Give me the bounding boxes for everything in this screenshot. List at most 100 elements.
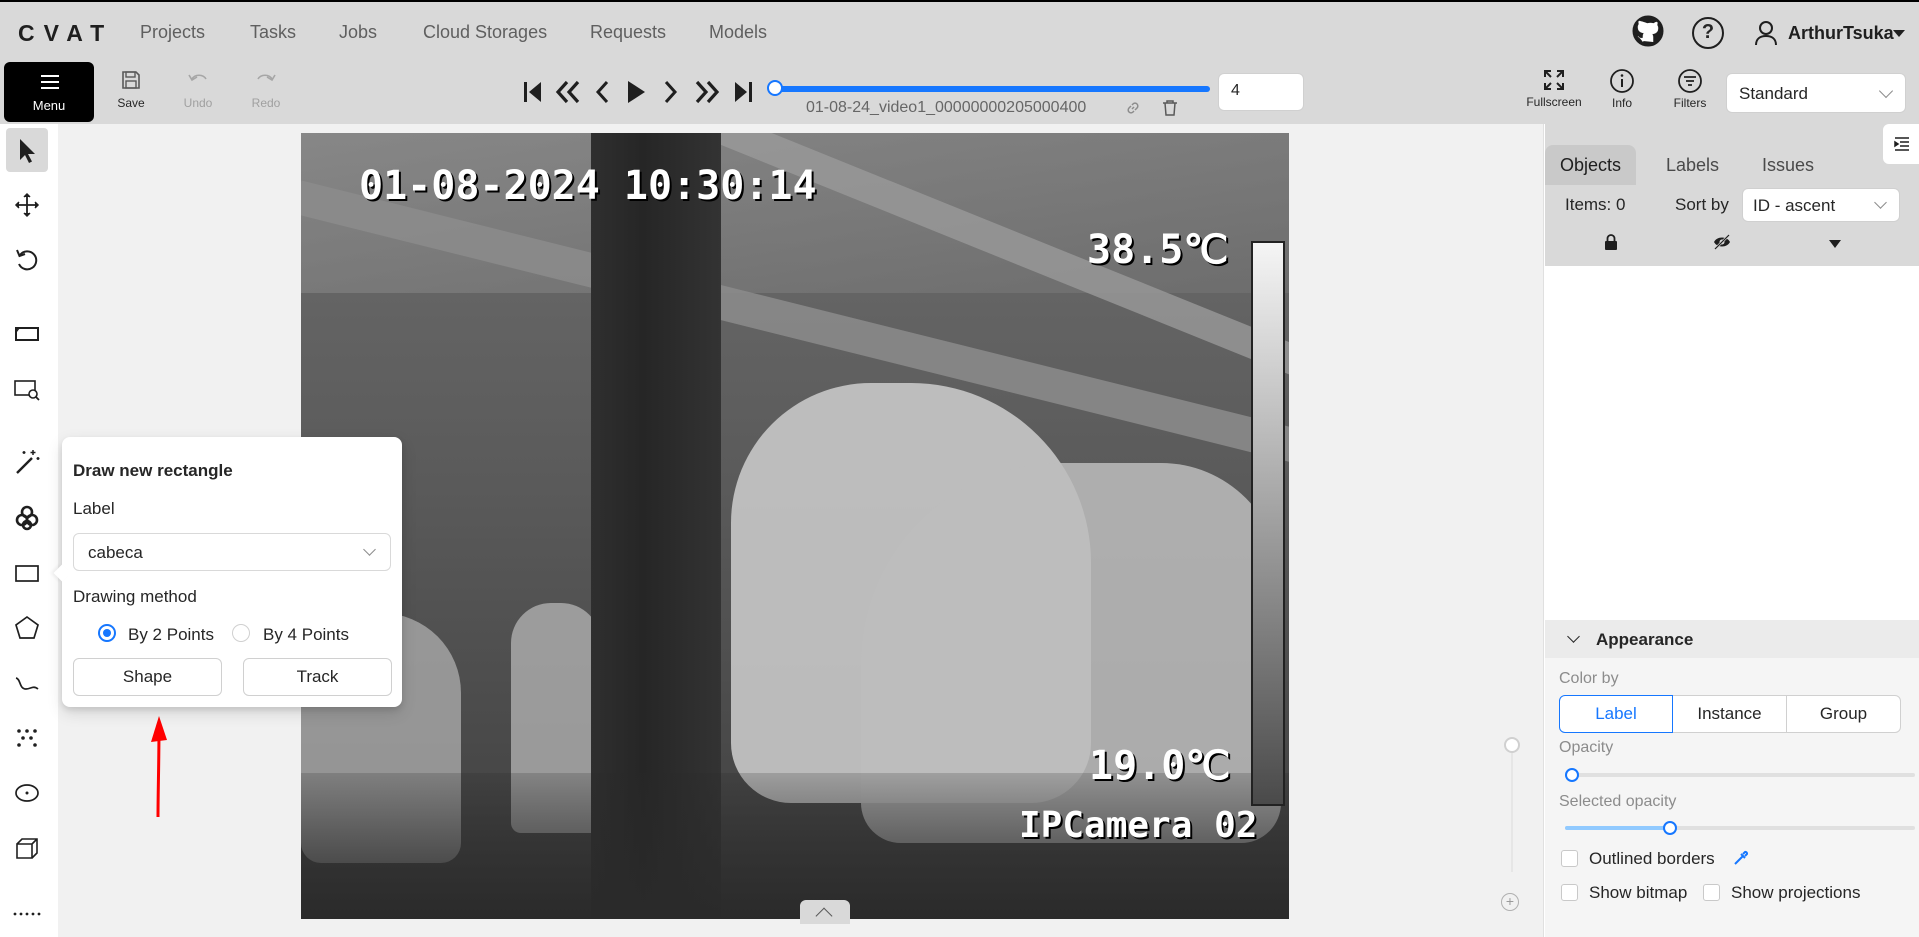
popover-arrow xyxy=(53,564,71,582)
menu-label: Menu xyxy=(32,98,66,113)
last-frame-icon[interactable] xyxy=(731,78,755,106)
popover-title: Draw new rectangle xyxy=(73,461,233,480)
user-menu-caret-icon[interactable] xyxy=(1893,30,1905,37)
red-arrow-annotation xyxy=(151,716,167,818)
rectangle-tool-icon[interactable] xyxy=(11,557,43,589)
github-icon[interactable] xyxy=(1632,15,1664,47)
nav-link-requests[interactable]: Requests xyxy=(590,22,666,43)
fast-backward-icon[interactable] xyxy=(553,78,583,106)
user-icon[interactable] xyxy=(1754,20,1778,46)
link-icon[interactable] xyxy=(1125,100,1141,116)
tab-objects[interactable]: Objects xyxy=(1545,145,1637,185)
fit-image-icon[interactable] xyxy=(11,318,43,350)
radio-by-4-points[interactable] xyxy=(232,624,250,642)
zoom-in-icon[interactable]: + xyxy=(1501,893,1519,911)
sort-select[interactable]: ID - ascent xyxy=(1742,188,1900,222)
frame-number-input[interactable]: 4 xyxy=(1218,73,1304,111)
zoom-slider-track[interactable] xyxy=(1511,744,1513,872)
menu-button[interactable]: Menu xyxy=(4,62,94,122)
info-icon xyxy=(1610,69,1634,93)
tab-labels[interactable]: Labels xyxy=(1651,145,1734,185)
zoom-region-icon[interactable] xyxy=(11,373,43,405)
drawing-method-caption: Drawing method xyxy=(73,587,197,606)
rotate-icon[interactable] xyxy=(11,244,43,276)
chevron-up-icon xyxy=(815,907,833,925)
ellipse-tool-icon[interactable] xyxy=(11,777,43,809)
fullscreen-button[interactable]: Fullscreen xyxy=(1526,68,1582,109)
show-bitmap-checkbox[interactable] xyxy=(1561,884,1578,901)
eye-invisible-icon[interactable] xyxy=(1712,232,1732,252)
sidebar-collapse-button[interactable] xyxy=(1883,124,1919,164)
polygon-tool-icon[interactable] xyxy=(11,612,43,644)
opacity-slider-handle[interactable] xyxy=(1565,768,1579,782)
color-by-label-button[interactable]: Label xyxy=(1559,695,1673,733)
tab-issues[interactable]: Issues xyxy=(1747,145,1829,185)
outlined-borders-checkbox[interactable] xyxy=(1561,850,1578,867)
outlined-borders-label: Outlined borders xyxy=(1589,849,1715,868)
move-icon[interactable] xyxy=(11,189,43,221)
appearance-title: Appearance xyxy=(1596,630,1694,649)
radio-by-2-points[interactable] xyxy=(98,624,116,642)
thermal-camera-frame[interactable]: 01-08-2024 10:30:14 38.5℃ 19.0℃ IPCamera… xyxy=(301,133,1289,919)
save-button[interactable]: Save xyxy=(106,68,156,110)
undo-label: Undo xyxy=(183,96,213,110)
top-navigation-bar: CVAT Projects Tasks Jobs Cloud Storages … xyxy=(0,0,1919,62)
cuboid-tool-icon[interactable] xyxy=(11,832,43,864)
points-tool-icon[interactable] xyxy=(11,722,43,754)
appearance-collapse-header[interactable]: Appearance xyxy=(1545,620,1919,658)
opacity-slider-track[interactable] xyxy=(1565,773,1915,777)
shape-button[interactable]: Shape xyxy=(73,658,222,696)
show-projections-checkbox[interactable] xyxy=(1703,884,1720,901)
next-frame-icon[interactable] xyxy=(660,78,682,106)
nav-link-projects[interactable]: Projects xyxy=(140,22,205,43)
play-icon[interactable] xyxy=(624,78,648,106)
chevron-down-icon xyxy=(1878,83,1894,99)
frame-slider-handle[interactable] xyxy=(767,80,783,96)
fast-forward-icon[interactable] xyxy=(692,78,722,106)
objects-sidebar-header: Objects Labels Issues Items: 0 Sort by I… xyxy=(1545,124,1919,266)
nav-link-models[interactable]: Models xyxy=(709,22,767,43)
label-select[interactable]: cabeca xyxy=(73,533,391,571)
more-tools-icon[interactable] xyxy=(11,904,43,920)
selected-opacity-slider-handle[interactable] xyxy=(1663,821,1677,835)
zoom-slider-handle[interactable] xyxy=(1504,737,1520,753)
save-label: Save xyxy=(117,96,145,110)
menu-fold-icon xyxy=(1894,137,1909,151)
delete-frame-icon[interactable] xyxy=(1162,99,1178,117)
cvat-logo[interactable]: CVAT xyxy=(18,20,113,47)
openvino-ai-tools-icon[interactable] xyxy=(11,502,43,534)
nav-link-tasks[interactable]: Tasks xyxy=(250,22,296,43)
nav-link-cloud-storages[interactable]: Cloud Storages xyxy=(423,22,547,43)
nav-link-jobs[interactable]: Jobs xyxy=(339,22,377,43)
previous-frame-icon[interactable] xyxy=(592,78,614,106)
workspace-select[interactable]: Standard xyxy=(1726,73,1906,113)
radio-label-by-4-points[interactable]: By 4 Points xyxy=(263,625,349,645)
fullscreen-icon xyxy=(1544,70,1564,90)
redo-button[interactable]: Redo xyxy=(241,68,291,110)
label-select-value: cabeca xyxy=(88,543,143,562)
frame-slider-track[interactable] xyxy=(774,86,1210,92)
first-frame-icon[interactable] xyxy=(521,78,545,106)
filters-button[interactable]: Filters xyxy=(1665,68,1715,110)
bottom-panel-toggle[interactable] xyxy=(800,900,850,925)
frame-floor xyxy=(301,773,1289,919)
undo-button[interactable]: Undo xyxy=(173,68,223,110)
color-picker-icon[interactable] xyxy=(1732,849,1750,867)
frame-min-temperature: 19.0℃ xyxy=(1089,743,1231,789)
radio-label-by-2-points[interactable]: By 2 Points xyxy=(128,625,214,645)
help-icon[interactable]: ? xyxy=(1692,17,1724,49)
color-by-instance-button[interactable]: Instance xyxy=(1672,695,1787,733)
caret-down-icon[interactable] xyxy=(1829,240,1841,248)
magic-wand-icon[interactable] xyxy=(11,446,43,478)
color-by-group-button[interactable]: Group xyxy=(1786,695,1901,733)
track-button[interactable]: Track xyxy=(243,658,392,696)
redo-icon xyxy=(257,74,276,82)
username[interactable]: ArthurTsuka xyxy=(1788,23,1894,44)
info-button[interactable]: Info xyxy=(1597,68,1647,110)
cursor-icon[interactable] xyxy=(11,134,43,166)
redo-label: Redo xyxy=(251,96,281,110)
polyline-tool-icon[interactable] xyxy=(11,667,43,699)
lock-icon[interactable] xyxy=(1602,233,1620,251)
filter-icon xyxy=(1678,69,1702,93)
show-bitmap-label: Show bitmap xyxy=(1589,883,1688,902)
